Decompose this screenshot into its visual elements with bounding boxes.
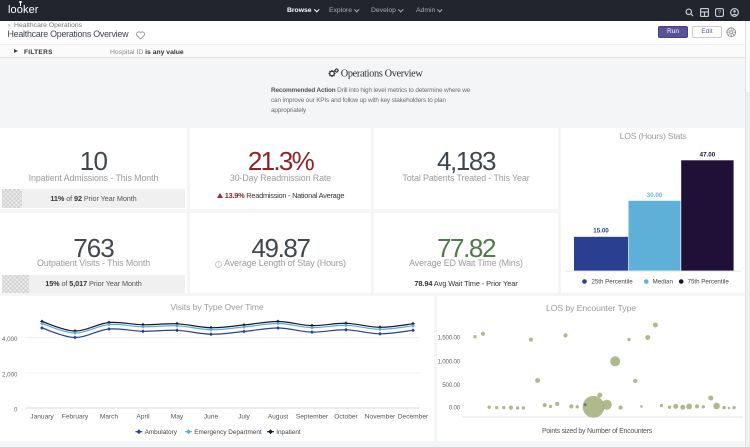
svg-text:June: June xyxy=(204,414,219,421)
svg-text:Ambulatory: Ambulatory xyxy=(145,429,178,436)
svg-text:March: March xyxy=(100,414,119,421)
svg-text:April: April xyxy=(136,414,150,421)
svg-text:July: July xyxy=(238,414,250,421)
svg-text:15.00: 15.00 xyxy=(593,228,609,235)
svg-text:Inpatient: Inpatient xyxy=(276,429,301,436)
svg-text:25th Percentile: 25th Percentile xyxy=(591,279,633,286)
svg-text:1,500.00: 1,500.00 xyxy=(438,335,461,342)
svg-text:January: January xyxy=(30,414,54,421)
svg-text:October: October xyxy=(334,414,358,421)
svg-text:December: December xyxy=(398,414,429,421)
svg-text:30.00: 30.00 xyxy=(647,192,663,199)
svg-text:2,000: 2,000 xyxy=(2,372,18,379)
svg-text:75th Percentile: 75th Percentile xyxy=(688,279,730,286)
svg-text:August: August xyxy=(268,414,289,421)
svg-text:500.00: 500.00 xyxy=(442,382,460,389)
svg-text:Emergency Department: Emergency Department xyxy=(194,429,262,436)
svg-text:Median: Median xyxy=(653,279,674,286)
svg-text:0.00: 0.00 xyxy=(449,405,461,412)
svg-text:May: May xyxy=(171,414,184,421)
svg-text:4,000: 4,000 xyxy=(2,336,18,343)
svg-text:September: September xyxy=(296,414,329,421)
svg-text:1,000.00: 1,000.00 xyxy=(438,358,461,365)
svg-text:November: November xyxy=(365,414,396,421)
svg-text:47.00: 47.00 xyxy=(700,151,716,158)
svg-text:February: February xyxy=(62,414,89,421)
svg-text:Points sized by Number of Enco: Points sized by Number of Encounters xyxy=(542,428,653,435)
svg-text:0: 0 xyxy=(14,407,18,414)
svg-text:?: ? xyxy=(717,10,721,16)
